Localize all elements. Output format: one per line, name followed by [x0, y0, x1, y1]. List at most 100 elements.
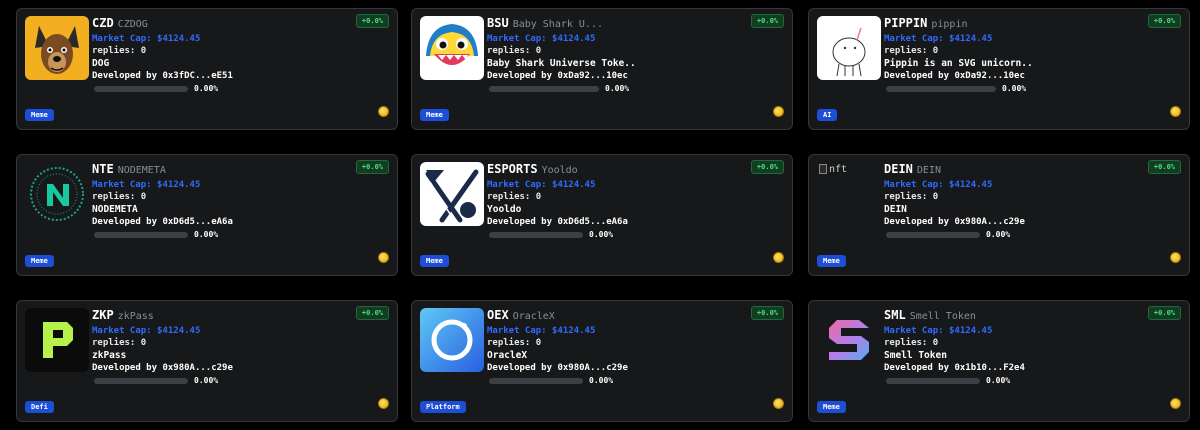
zkpass-logo-icon: [25, 308, 89, 372]
price-change-badge: +0.0%: [1147, 14, 1181, 28]
category-tag[interactable]: AI: [817, 109, 838, 121]
category-tag[interactable]: Platform: [420, 401, 466, 413]
replies-count: replies: 0: [487, 192, 542, 203]
token-card-dein[interactable]: nft DEIN DEIN Market Cap: $4124.45 replie…: [808, 154, 1190, 276]
progress-bar: [886, 86, 996, 93]
developer-address[interactable]: Developed by 0x1b10...F2e4: [884, 362, 1154, 375]
token-info: CZD CZDOG Market Cap: $4124.45 replies: 0…: [92, 17, 362, 96]
developer-address[interactable]: Developed by 0xD6d5...eA6a: [487, 216, 757, 229]
token-info: SML Smell Token Market Cap: $4124.45 repl…: [884, 309, 1154, 388]
category-tag[interactable]: Meme: [420, 255, 449, 267]
token-grid: CZD CZDOG Market Cap: $4124.45 replies: 0…: [0, 0, 1200, 430]
token-card-oex[interactable]: OEX OracleX Market Cap: $4124.45 replies:…: [411, 300, 793, 422]
developer-address[interactable]: Developed by 0xDa92...10ec: [884, 70, 1154, 83]
coin-icon: [773, 252, 784, 263]
token-info: ZKP zkPass Market Cap: $4124.45 replies: …: [92, 309, 362, 388]
progress-percent: 0.00%: [589, 375, 614, 385]
replies-count: replies: 0: [884, 338, 939, 349]
replies-count: replies: 0: [487, 46, 542, 57]
price-change-badge: +0.0%: [750, 14, 784, 28]
category-tag[interactable]: Meme: [817, 255, 846, 267]
token-name: pippin: [931, 19, 968, 30]
developer-address[interactable]: Developed by 0xD6d5...eA6a: [92, 216, 362, 229]
price-change-badge: +0.0%: [355, 160, 389, 174]
token-description: NODEMETA: [92, 203, 138, 215]
token-name: Baby Shark U...: [512, 19, 603, 30]
developer-address[interactable]: Developed by 0x3fDC...eE51: [92, 70, 362, 83]
token-description: Pippin is an SVG unicorn..: [884, 57, 1033, 69]
unicorn-logo-icon: [817, 16, 881, 80]
progress-percent: 0.00%: [194, 83, 219, 93]
token-symbol: BSU: [487, 16, 509, 30]
progress-bar: [886, 232, 980, 239]
token-info: NTE NODEMETA Market Cap: $4124.45 replies…: [92, 163, 362, 242]
smell-logo-icon: [817, 308, 881, 372]
coin-icon: [378, 106, 389, 117]
token-card-czd[interactable]: CZD CZDOG Market Cap: $4124.45 replies: 0…: [16, 8, 398, 130]
market-cap: Market Cap: $4124.45: [487, 179, 596, 190]
progress-bar: [94, 232, 188, 239]
token-symbol: ESPORTS: [487, 162, 538, 176]
category-tag[interactable]: Meme: [25, 255, 54, 267]
market-cap: Market Cap: $4124.45: [92, 179, 201, 190]
token-name: zkPass: [117, 311, 154, 322]
token-name: Smell Token: [909, 311, 976, 322]
market-cap: Market Cap: $4124.45: [884, 325, 993, 336]
market-cap: Market Cap: $4124.45: [92, 325, 201, 336]
category-tag[interactable]: Meme: [817, 401, 846, 413]
token-name: Yooldo: [541, 165, 578, 176]
coin-icon: [1170, 106, 1181, 117]
yooldo-logo-icon: [420, 162, 484, 226]
token-info: PIPPIN pippin Market Cap: $4124.45 replie…: [884, 17, 1154, 96]
token-description: DOG: [92, 57, 110, 69]
category-tag[interactable]: Defi: [25, 401, 54, 413]
replies-count: replies: 0: [884, 192, 939, 203]
token-description: DEIN: [884, 203, 907, 215]
token-info: ESPORTS Yooldo Market Cap: $4124.45 repli…: [487, 163, 757, 242]
developer-address[interactable]: Developed by 0x980A...c29e: [884, 216, 1154, 229]
coin-icon: [378, 398, 389, 409]
coin-icon: [773, 398, 784, 409]
nodemeta-logo-icon: [25, 162, 89, 226]
token-symbol: PIPPIN: [884, 16, 928, 30]
token-symbol: CZD: [92, 16, 114, 30]
developer-address[interactable]: Developed by 0x980A...c29e: [487, 362, 757, 375]
category-tag[interactable]: Meme: [420, 109, 449, 121]
progress-bar: [94, 378, 188, 385]
token-name: OracleX: [512, 311, 555, 322]
coin-icon: [378, 252, 389, 263]
market-cap: Market Cap: $4124.45: [487, 33, 596, 44]
replies-count: replies: 0: [92, 192, 147, 203]
coin-icon: [1170, 398, 1181, 409]
token-card-esports[interactable]: ESPORTS Yooldo Market Cap: $4124.45 repli…: [411, 154, 793, 276]
progress-percent: 0.00%: [605, 83, 630, 93]
price-change-badge: +0.0%: [355, 306, 389, 320]
token-card-sml[interactable]: SML Smell Token Market Cap: $4124.45 repl…: [808, 300, 1190, 422]
token-description: OracleX: [487, 349, 528, 361]
token-description: Yooldo: [487, 203, 522, 215]
price-change-badge: +0.0%: [1147, 306, 1181, 320]
progress-bar: [489, 378, 583, 385]
price-change-badge: +0.0%: [750, 160, 784, 174]
progress-percent: 0.00%: [986, 375, 1011, 385]
token-card-nte[interactable]: NTE NODEMETA Market Cap: $4124.45 replies…: [16, 154, 398, 276]
token-symbol: SML: [884, 308, 906, 322]
price-change-badge: +0.0%: [355, 14, 389, 28]
token-info: DEIN DEIN Market Cap: $4124.45 replies: 0…: [884, 163, 1154, 242]
token-name: DEIN: [916, 165, 941, 176]
developer-address[interactable]: Developed by 0x980A...c29e: [92, 362, 362, 375]
token-card-pippin[interactable]: PIPPIN pippin Market Cap: $4124.45 replie…: [808, 8, 1190, 130]
token-description: Smell Token: [884, 349, 947, 361]
baby-shark-logo-icon: [420, 16, 484, 80]
token-card-zkp[interactable]: ZKP zkPass Market Cap: $4124.45 replies: …: [16, 300, 398, 422]
category-tag[interactable]: Meme: [25, 109, 54, 121]
market-cap: Market Cap: $4124.45: [884, 179, 993, 190]
broken-image-glyph: [819, 164, 827, 174]
token-info: OEX OracleX Market Cap: $4124.45 replies:…: [487, 309, 757, 388]
developer-address[interactable]: Developed by 0xDa92...10ec: [487, 70, 757, 83]
coin-icon: [773, 106, 784, 117]
token-card-bsu[interactable]: BSU Baby Shark U... Market Cap: $4124.45 …: [411, 8, 793, 130]
token-symbol: NTE: [92, 162, 114, 176]
progress-percent: 0.00%: [194, 375, 219, 385]
token-name: CZDOG: [117, 19, 148, 30]
